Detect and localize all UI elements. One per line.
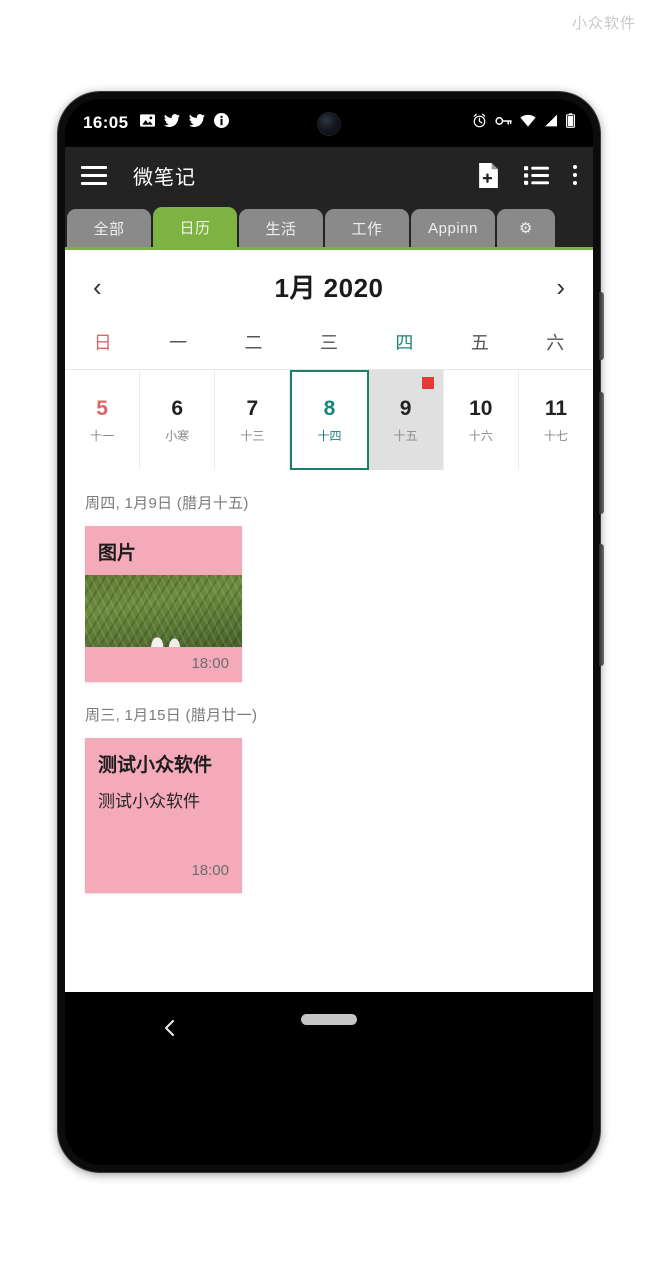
note-time: 18:00 (191, 655, 229, 672)
phone-screen: 16:05 微笔记 全部 日历 生活 工作 Appinn ⚙ ‹ 1月 2020… (65, 99, 593, 1165)
event-group: 周三, 1月15日 (腊月廿一) 测试小众软件 测试小众软件 18:00 (85, 704, 573, 893)
weekday-tue: 二 (244, 333, 263, 353)
day-number: 7 (246, 396, 259, 420)
note-body: 测试小众软件 (98, 792, 200, 811)
weekday-sat: 六 (546, 333, 565, 353)
calendar-header: ‹ 1月 2020 › (65, 250, 593, 319)
tab-settings-gear-icon[interactable]: ⚙ (497, 209, 555, 247)
day-lunar-label: 十六 (468, 428, 493, 443)
calendar-day-cell-selected[interactable]: 9 十五 (368, 370, 444, 470)
note-title: 图片 (98, 543, 137, 564)
calendar-month-title: 1月 2020 (274, 273, 384, 303)
tab-all[interactable]: 全部 (67, 209, 151, 247)
calendar-day-cell[interactable]: 6 小寒 (140, 370, 216, 470)
day-lunar-label: 十三 (240, 428, 265, 443)
next-month-button[interactable]: › (550, 274, 571, 300)
day-number: 5 (96, 396, 108, 420)
weekday-thu: 四 (395, 333, 414, 353)
wifi-icon (520, 114, 536, 132)
event-list: 周四, 1月9日 (腊月十五) 图片 18:00 周三, 1月15日 (腊月廿一… (65, 470, 593, 893)
signal-icon (544, 114, 558, 132)
calendar-day-cell[interactable]: 5 十一 (65, 370, 141, 470)
hamburger-menu-icon[interactable] (81, 165, 107, 185)
battery-icon (566, 113, 576, 133)
tab-calendar[interactable]: 日历 (153, 207, 237, 247)
image-icon (140, 113, 156, 133)
list-view-icon[interactable] (524, 165, 549, 186)
day-lunar-label: 十四 (317, 428, 342, 443)
volume-up-button[interactable] (599, 392, 604, 514)
weekday-sun: 日 (93, 333, 112, 353)
calendar-day-cell[interactable]: 10 十六 (443, 370, 519, 470)
home-pill-icon[interactable] (301, 1013, 357, 1025)
page-watermark: 小众软件 (571, 15, 636, 32)
note-time: 18:00 (191, 862, 229, 879)
day-number: 11 (544, 396, 568, 420)
overflow-menu-icon[interactable] (573, 165, 577, 185)
weekday-header-row: 日 一 二 三 四 五 六 (65, 319, 593, 370)
calendar-day-cell[interactable]: 11 十七 (518, 370, 593, 470)
power-button[interactable] (599, 292, 604, 360)
app-bar: 微笔记 (65, 147, 593, 203)
day-lunar-label: 小寒 (165, 428, 190, 443)
tab-work[interactable]: 工作 (325, 209, 409, 247)
status-bar-clock: 16:05 (83, 113, 129, 132)
weekday-wed: 三 (319, 333, 338, 353)
tab-life[interactable]: 生活 (239, 209, 323, 247)
calendar-day-cell[interactable]: 7 十三 (215, 370, 291, 470)
note-image-thumbnail (85, 575, 242, 647)
status-bar-system-icons (472, 113, 576, 133)
calendar-week-row: 5 十一 6 小寒 7 十三 8 十四 9 十五 10 十六 11 十七 (65, 370, 593, 470)
system-navigation-bar (65, 992, 593, 1046)
event-group: 周四, 1月9日 (腊月十五) 图片 18:00 (85, 492, 573, 682)
day-number: 6 (171, 396, 184, 420)
camera-notch (283, 99, 375, 137)
calendar-screen: ‹ 1月 2020 › 日 一 二 三 四 五 六 5 十一 6 小寒 7 十三… (65, 250, 593, 992)
note-title: 测试小众软件 (98, 755, 213, 776)
new-note-icon[interactable] (477, 162, 500, 188)
day-number: 10 (469, 396, 493, 420)
tab-appinn[interactable]: Appinn (411, 209, 495, 247)
day-number: 9 (399, 396, 412, 420)
phone-device-frame: 16:05 微笔记 全部 日历 生活 工作 Appinn ⚙ ‹ 1月 2020… (58, 92, 604, 1172)
app-bar-actions (477, 162, 577, 188)
note-card[interactable]: 测试小众软件 测试小众软件 18:00 (85, 738, 242, 893)
day-lunar-label: 十五 (393, 428, 418, 443)
app-title: 微笔记 (133, 166, 196, 189)
category-tab-bar: 全部 日历 生活 工作 Appinn ⚙ (65, 203, 593, 247)
day-number: 8 (323, 396, 336, 420)
alarm-icon (472, 113, 487, 133)
status-bar: 16:05 (65, 99, 593, 147)
calendar-day-cell-today[interactable]: 8 十四 (290, 370, 369, 470)
event-group-date: 周三, 1月15日 (腊月廿一) (85, 707, 258, 724)
info-circle-icon (214, 113, 230, 133)
prev-month-button[interactable]: ‹ (87, 274, 108, 300)
twitter-icon (189, 113, 206, 133)
twitter-icon (164, 113, 181, 133)
vpn-key-icon (495, 114, 512, 132)
day-lunar-label: 十一 (90, 428, 115, 443)
event-group-date: 周四, 1月9日 (腊月十五) (85, 495, 249, 512)
event-marker-icon (421, 377, 434, 389)
status-bar-notification-icons (140, 113, 230, 133)
volume-down-button[interactable] (599, 544, 604, 666)
weekday-mon: 一 (169, 333, 188, 353)
day-lunar-label: 十七 (543, 428, 568, 443)
weekday-fri: 五 (470, 333, 489, 353)
note-card[interactable]: 图片 18:00 (85, 526, 242, 682)
